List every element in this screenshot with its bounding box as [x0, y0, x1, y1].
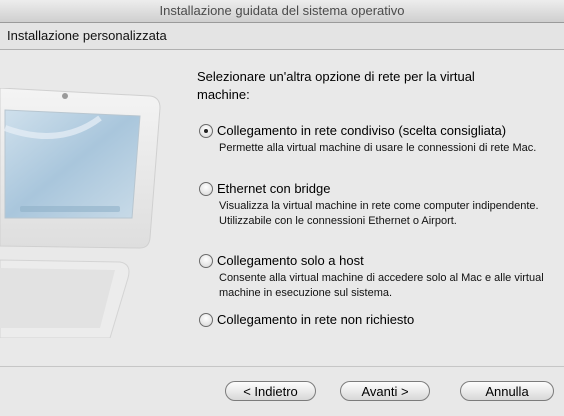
option-description: Permette alla virtual machine di usare l…	[219, 142, 537, 154]
option-label: Collegamento in rete condiviso (scelta c…	[217, 123, 507, 138]
network-question: Selezionare un'altra opzione di rete per…	[197, 69, 475, 102]
imac-computer-icon	[0, 88, 161, 338]
option-no-networking[interactable]: Collegamento in rete non richiesto	[199, 311, 549, 328]
cancel-button[interactable]: Annulla	[460, 381, 554, 401]
radio-host-only[interactable]	[199, 253, 213, 268]
footer-divider	[0, 366, 564, 367]
option-host-only[interactable]: Collegamento solo a host Consente alla v…	[199, 252, 549, 301]
option-description: Visualizza la virtual machine in rete co…	[219, 200, 539, 227]
back-button[interactable]: < Indietro	[225, 381, 316, 401]
radio-bridged-ethernet[interactable]	[199, 181, 213, 196]
wizard-content: Selezionare un'altra opzione di rete per…	[0, 50, 564, 365]
radio-shared-networking[interactable]	[199, 123, 213, 138]
option-label: Collegamento solo a host	[217, 253, 364, 268]
next-button[interactable]: Avanti >	[340, 381, 430, 401]
window-title: Installazione guidata del sistema operat…	[159, 3, 405, 18]
section-title: Installazione personalizzata	[7, 28, 167, 43]
option-bridged-ethernet[interactable]: Ethernet con bridge Visualizza la virtua…	[199, 180, 549, 229]
option-shared-networking[interactable]: Collegamento in rete condiviso (scelta c…	[199, 122, 549, 156]
option-label: Ethernet con bridge	[217, 181, 331, 196]
section-header: Installazione personalizzata	[0, 23, 564, 50]
option-label: Collegamento in rete non richiesto	[217, 312, 415, 327]
option-description: Consente alla virtual machine di acceder…	[219, 272, 544, 299]
radio-no-networking[interactable]	[199, 312, 213, 327]
window-title-bar: Installazione guidata del sistema operat…	[0, 0, 564, 23]
